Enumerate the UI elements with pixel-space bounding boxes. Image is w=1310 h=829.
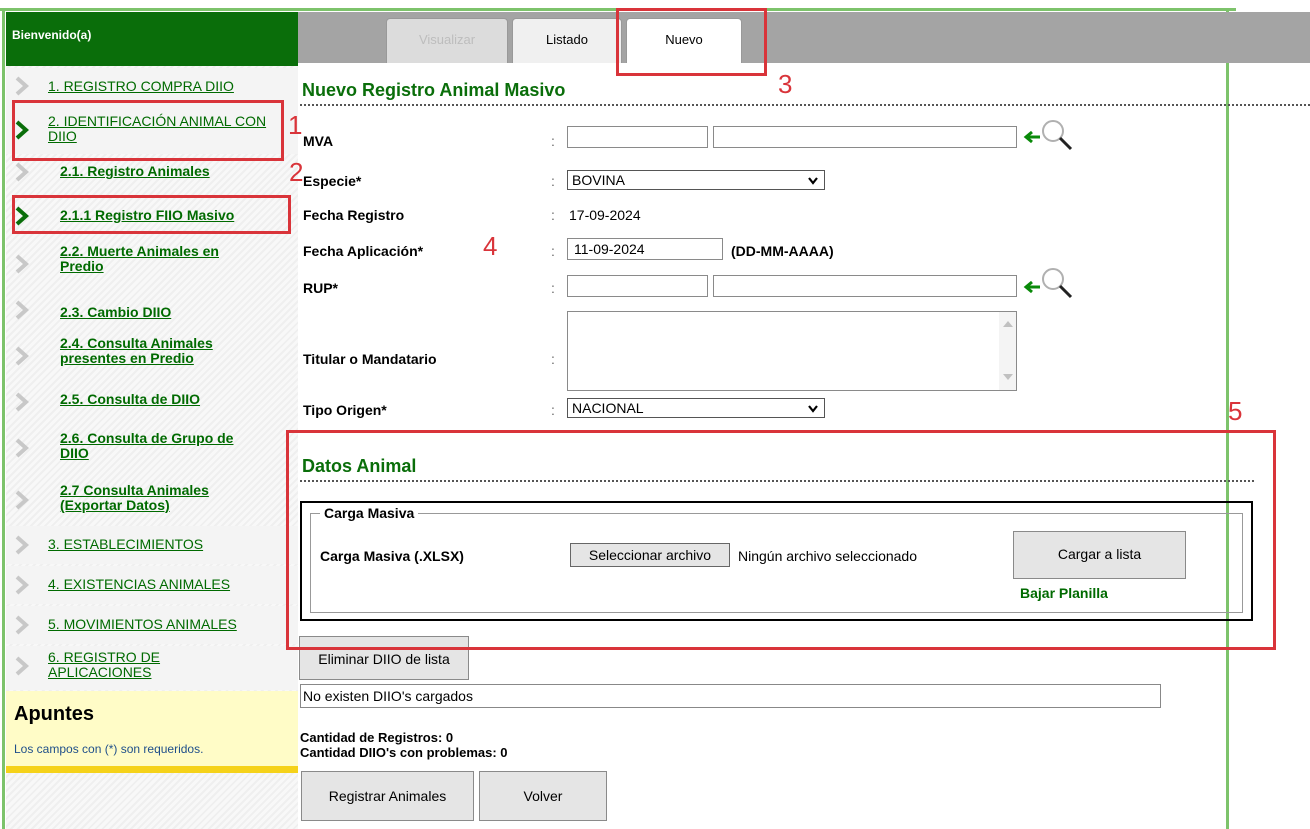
chevron-down-icon	[808, 177, 818, 185]
annotation-box-1	[12, 100, 284, 161]
fecha-registro-label: Fecha Registro	[303, 207, 405, 223]
arrow-left-icon[interactable]	[1023, 130, 1041, 144]
chevron-right-icon	[15, 575, 29, 595]
tipo-origen-value: NACIONAL	[572, 400, 644, 416]
tipo-origen-label: Tipo Origen*	[303, 402, 387, 418]
sidebar-item-consulta-diio[interactable]: 2.5. Consulta de DIIO	[6, 386, 298, 420]
sidebar-item-label[interactable]: 4. EXISTENCIAS ANIMALES	[48, 577, 292, 592]
sidebar-item-exportar-datos[interactable]: 2.7 Consulta Animales (Exportar Datos)	[6, 478, 298, 526]
date-format-hint: (DD-MM-AAAA)	[731, 243, 834, 259]
chevron-right-icon	[15, 535, 29, 555]
sidebar-item-cambio-diio[interactable]: 2.3. Cambio DIIO	[6, 294, 298, 328]
magnifier-icon[interactable]	[1040, 118, 1074, 152]
sidebar-item-label[interactable]: 5. MOVIMIENTOS ANIMALES	[48, 617, 292, 632]
empty-list-message: No existen DIIO's cargados	[303, 688, 473, 704]
chevron-right-icon	[15, 656, 29, 676]
sidebar-item-label[interactable]: 3. ESTABLECIMIENTOS	[48, 537, 292, 552]
sidebar-item-label[interactable]: 2.3. Cambio DIIO	[60, 305, 292, 320]
notes-title: Apuntes	[14, 703, 94, 725]
annotation-number-5: 5	[1228, 396, 1243, 426]
chevron-right-icon	[15, 490, 29, 510]
sidebar-item-label[interactable]: 2.6. Consulta de Grupo de DIIO	[60, 431, 260, 461]
sidebar-item-consulta-animales[interactable]: 2.4. Consulta Animales presentes en Pred…	[6, 334, 298, 382]
register-animals-button[interactable]: Registrar Animales	[301, 771, 474, 821]
textarea-scrollbar[interactable]	[999, 312, 1016, 390]
problems-count: Cantidad DIIO's con problemas: 0	[300, 745, 508, 760]
fecha-aplicacion-colon: :	[551, 243, 555, 259]
chevron-right-icon	[15, 76, 29, 96]
especie-label: Especie*	[303, 173, 362, 189]
tipo-origen-select[interactable]: NACIONAL	[567, 398, 825, 418]
mva-colon: :	[551, 133, 555, 149]
sidebar-item-label[interactable]: 2.2. Muerte Animales en Predio	[60, 244, 260, 274]
tab-listado[interactable]: Listado	[512, 18, 622, 63]
title-divider	[300, 104, 1310, 106]
sidebar-item-consulta-grupo-diio[interactable]: 2.6. Consulta de Grupo de DIIO	[6, 426, 298, 474]
titular-textarea[interactable]	[567, 311, 1017, 391]
welcome-header: Bienvenido(a)	[6, 12, 298, 66]
frame-left-line	[2, 8, 5, 829]
sidebar-item-muerte-animales[interactable]: 2.2. Muerte Animales en Predio	[6, 242, 298, 290]
tipo-origen-colon: :	[551, 402, 555, 418]
magnifier-icon[interactable]	[1040, 266, 1074, 300]
chevron-right-icon	[15, 438, 29, 458]
chevron-right-icon	[15, 615, 29, 635]
records-count: Cantidad de Registros: 0	[300, 730, 454, 745]
rup-colon: :	[551, 280, 555, 296]
mva-label: MVA	[303, 133, 334, 149]
tab-bar: Visualizar Listado Nuevo	[298, 12, 1310, 63]
sidebar-item-label[interactable]: 2.5. Consulta de DIIO	[60, 392, 292, 407]
fecha-aplicacion-input[interactable]	[567, 238, 723, 260]
scroll-down-icon[interactable]	[1003, 374, 1013, 380]
chevron-right-icon	[15, 254, 29, 274]
notes-panel: Apuntes Los campos con (*) son requerido…	[6, 691, 298, 773]
annotation-box-2	[12, 195, 291, 234]
sidebar-item-label[interactable]: 2.4. Consulta Animales presentes en Pred…	[60, 336, 260, 366]
notes-text: Los campos con (*) son requeridos.	[14, 742, 204, 756]
annotation-number-1: 1	[288, 110, 303, 140]
diio-list-box: No existen DIIO's cargados	[300, 684, 1161, 708]
sidebar-item-movimientos[interactable]: 5. MOVIMIENTOS ANIMALES	[6, 606, 298, 644]
fecha-registro-colon: :	[551, 207, 555, 223]
especie-select[interactable]: BOVINA	[567, 170, 825, 190]
chevron-right-icon	[15, 392, 29, 412]
chevron-down-icon	[808, 405, 818, 413]
sidebar-item-establecimientos[interactable]: 3. ESTABLECIMIENTOS	[6, 526, 298, 564]
sidebar-item-label[interactable]: 1. REGISTRO COMPRA DIIO	[48, 79, 292, 94]
sidebar-item-aplicaciones[interactable]: 6. REGISTRO DE APLICACIONES	[6, 646, 298, 690]
chevron-right-icon	[15, 300, 29, 320]
sidebar-item-label[interactable]: 6. REGISTRO DE APLICACIONES	[48, 650, 208, 680]
titular-colon: :	[551, 351, 555, 367]
mva-code-input[interactable]	[567, 126, 708, 148]
sidebar-item-label[interactable]: 2.7 Consulta Animales (Exportar Datos)	[60, 483, 260, 513]
titular-label: Titular o Mandatario	[303, 351, 437, 367]
scroll-up-icon[interactable]	[1003, 321, 1013, 327]
fecha-aplicacion-label: Fecha Aplicación*	[303, 243, 424, 259]
sidebar-item-existencias[interactable]: 4. EXISTENCIAS ANIMALES	[6, 566, 298, 604]
mva-name-input[interactable]	[713, 126, 1017, 148]
annotation-box-3	[616, 8, 767, 76]
especie-value: BOVINA	[572, 172, 625, 188]
annotation-number-3: 3	[778, 69, 793, 99]
annotation-number-4: 4	[483, 231, 498, 261]
chevron-right-icon	[15, 346, 29, 366]
chevron-right-icon	[15, 162, 29, 182]
tab-visualizar[interactable]: Visualizar	[386, 18, 508, 63]
arrow-left-icon[interactable]	[1023, 280, 1041, 294]
rup-name-input[interactable]	[713, 275, 1017, 297]
sidebar-item-label[interactable]: 2.1. Registro Animales	[60, 164, 292, 179]
page-title: Nuevo Registro Animal Masivo	[302, 80, 566, 100]
especie-colon: :	[551, 173, 555, 189]
back-button[interactable]: Volver	[479, 771, 607, 821]
fecha-registro-value: 17-09-2024	[569, 207, 641, 223]
annotation-box-5	[286, 430, 1276, 650]
annotation-number-2: 2	[289, 157, 304, 187]
rup-label: RUP*	[303, 280, 339, 296]
rup-code-input[interactable]	[567, 275, 708, 297]
